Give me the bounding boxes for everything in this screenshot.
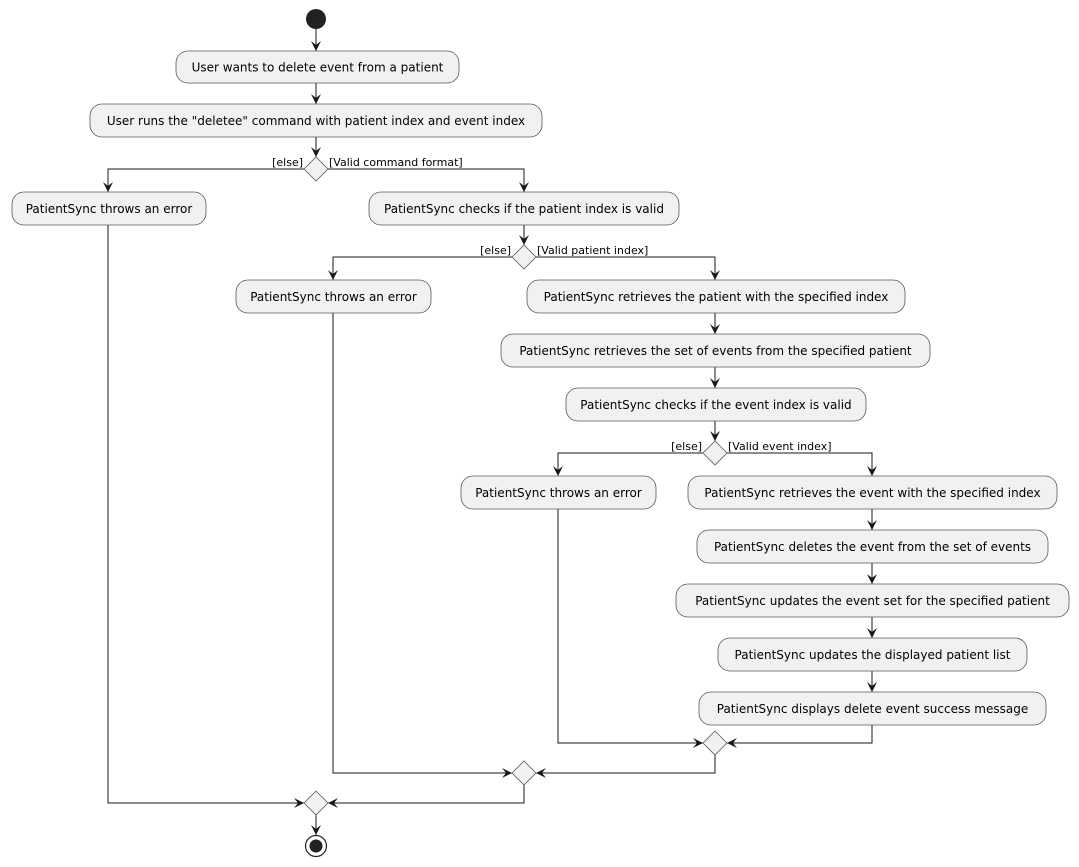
- decision-patient-index: [511, 244, 537, 270]
- svg-text:PatientSync updates the event: PatientSync updates the event set for th…: [695, 594, 1050, 608]
- svg-text:PatientSync throws an error: PatientSync throws an error: [250, 290, 417, 304]
- action-a11: PatientSync displays delete event succes…: [698, 691, 1047, 726]
- action-a1: User wants to delete event from a patien…: [175, 50, 460, 84]
- svg-text:PatientSync updates the displa: PatientSync updates the displayed patien…: [735, 648, 1011, 662]
- action-a4: PatientSync retrieves the patient with t…: [526, 279, 906, 314]
- decision-event-index: [702, 440, 728, 466]
- action-error-2: PatientSync throws an error: [235, 279, 432, 314]
- action-error-1: PatientSync throws an error: [11, 191, 207, 226]
- action-a8: PatientSync deletes the event from the s…: [696, 529, 1049, 564]
- action-error-3: PatientSync throws an error: [460, 475, 657, 510]
- action-a9: PatientSync updates the event set for th…: [675, 583, 1070, 618]
- guard-else-2: [else]: [480, 244, 511, 257]
- activity-diagram: User wants to delete event from a patien…: [11, 9, 1070, 858]
- action-a2: User runs the "deletee" command with pat…: [89, 103, 543, 138]
- action-a10: PatientSync updates the displayed patien…: [717, 637, 1028, 672]
- svg-text:PatientSync retrieves the even: PatientSync retrieves the event with the…: [704, 486, 1040, 500]
- svg-text:PatientSync checks if the pati: PatientSync checks if the patient index …: [384, 202, 664, 216]
- svg-text:PatientSync checks if the even: PatientSync checks if the event index is…: [580, 398, 851, 412]
- merge-command: [303, 790, 329, 816]
- guard-valid-patient: [Valid patient index]: [537, 244, 648, 257]
- start-node: [306, 9, 326, 29]
- action-a7: PatientSync retrieves the event with the…: [687, 475, 1058, 510]
- svg-text:PatientSync throws an error: PatientSync throws an error: [26, 202, 193, 216]
- svg-text:PatientSync throws an error: PatientSync throws an error: [475, 486, 642, 500]
- svg-text:PatientSync displays delete ev: PatientSync displays delete event succes…: [717, 702, 1029, 716]
- guard-valid-command: [Valid command format]: [329, 156, 463, 169]
- guard-valid-event: [Valid event index]: [728, 440, 832, 453]
- guard-else-3: [else]: [671, 440, 702, 453]
- merge-event: [702, 730, 728, 756]
- end-node: [304, 834, 328, 858]
- svg-text:PatientSync deletes the event: PatientSync deletes the event from the s…: [714, 540, 1031, 554]
- svg-text:User wants to delete event fro: User wants to delete event from a patien…: [192, 61, 444, 75]
- svg-text:PatientSync retrieves the pati: PatientSync retrieves the patient with t…: [544, 290, 889, 304]
- svg-text:PatientSync retrieves the set: PatientSync retrieves the set of events …: [519, 344, 912, 358]
- action-a3: PatientSync checks if the patient index …: [368, 191, 680, 226]
- decision-command-format: [303, 156, 329, 182]
- merge-patient: [511, 760, 537, 786]
- svg-text:User runs the "deletee" comman: User runs the "deletee" command with pat…: [107, 114, 525, 128]
- guard-else-1: [else]: [272, 156, 303, 169]
- action-a6: PatientSync checks if the event index is…: [565, 387, 867, 422]
- action-a5: PatientSync retrieves the set of events …: [500, 333, 931, 368]
